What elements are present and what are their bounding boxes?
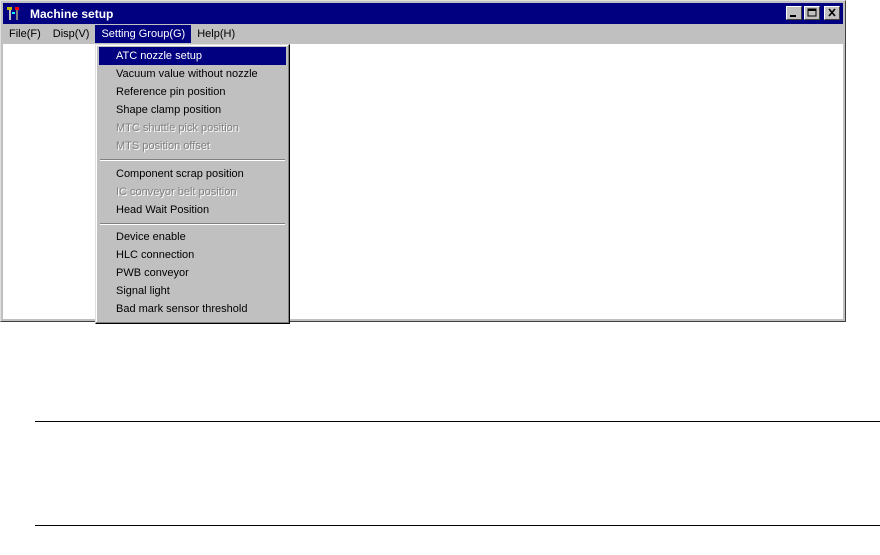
menu-item-mtc-shuttle: MTC shuttle pick position <box>116 122 239 134</box>
menu-item-mts-offset: MTS position offset <box>116 140 210 152</box>
minimize-button[interactable] <box>786 6 802 20</box>
menu-item-ic-conveyor: IC conveyor belt position <box>116 186 237 198</box>
close-button[interactable] <box>824 6 840 20</box>
close-icon <box>828 8 836 17</box>
window-title: Machine setup <box>30 7 114 21</box>
menu-item-vacuum-value[interactable]: Vacuum value without nozzle <box>99 65 286 83</box>
divider-line <box>35 525 880 526</box>
menu-item-reference-pin[interactable]: Reference pin position <box>99 83 286 101</box>
menu-item-atc-nozzle-setup[interactable]: ATC nozzle setup <box>99 47 286 65</box>
menu-item-pwb-conveyor[interactable]: PWB conveyor <box>99 264 286 282</box>
menu-separator <box>100 223 285 225</box>
menu-item-shape-clamp[interactable]: Shape clamp position <box>99 101 286 119</box>
menu-item-hlc-connection[interactable]: HLC connection <box>99 246 286 264</box>
menu-separator <box>100 159 285 161</box>
menu-item-head-wait[interactable]: Head Wait Position <box>99 201 286 219</box>
menu-file[interactable]: File(F) <box>3 25 47 43</box>
app-tools-icon <box>7 7 19 20</box>
maximize-icon <box>807 8 817 17</box>
menu-item-device-enable[interactable]: Device enable <box>99 228 286 246</box>
minimize-icon <box>790 15 796 17</box>
menu-setting-group[interactable]: Setting Group(G) <box>95 25 192 43</box>
menu-disp[interactable]: Disp(V) <box>47 25 96 43</box>
menu-bar: File(F) Disp(V) Setting Group(G) Help(H) <box>3 25 843 43</box>
maximize-button[interactable] <box>804 6 820 20</box>
menu-help[interactable]: Help(H) <box>191 25 241 43</box>
menu-item-signal-light[interactable]: Signal light <box>99 282 286 300</box>
title-bar[interactable]: Machine setup <box>3 3 843 24</box>
setting-group-dropdown: ATC nozzle setup Vacuum value without no… <box>95 44 290 324</box>
divider-line <box>35 421 880 422</box>
menu-item-bad-mark-sensor[interactable]: Bad mark sensor threshold <box>99 300 286 318</box>
menu-item-component-scrap[interactable]: Component scrap position <box>99 165 286 183</box>
